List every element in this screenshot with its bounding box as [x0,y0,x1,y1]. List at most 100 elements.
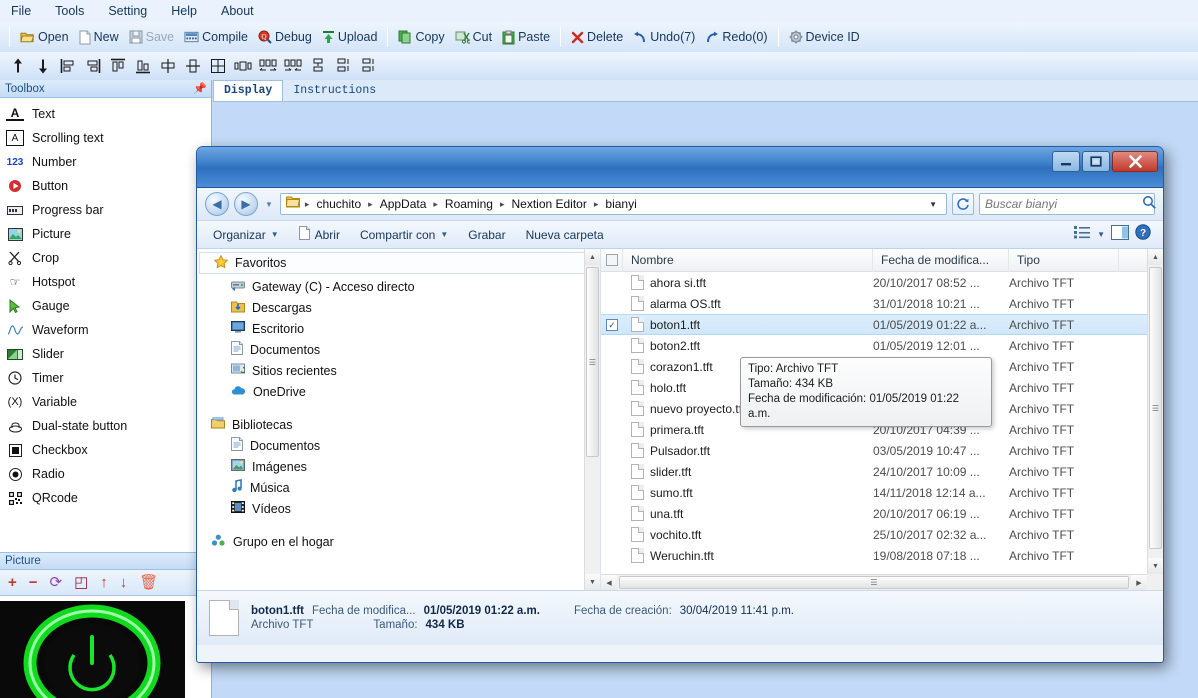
same-width-icon[interactable] [231,55,255,77]
toolbar-delete-button[interactable]: Delete [566,28,628,46]
file-name-cell[interactable]: boton1.tft [623,317,873,332]
table-row[interactable]: Weruchin.tft 19/08/2018 07:18 ... Archiv… [601,545,1163,566]
menu-item-help[interactable]: Help [168,2,200,20]
shrink-vertical-icon[interactable] [356,55,380,77]
toolbox-item-crop[interactable]: Crop [0,246,211,270]
table-row[interactable]: boton2.tft 01/05/2019 12:01 ... Archivo … [601,335,1163,356]
align-left-icon[interactable] [56,55,80,77]
table-row-selected[interactable]: ✓ boton1.tft 01/05/2019 01:22 a... Archi… [601,314,1163,335]
search-input[interactable] [985,197,1142,211]
same-height-icon[interactable] [306,55,330,77]
nav-item-documentos-lib[interactable]: Documentos [197,435,600,456]
menu-item-about[interactable]: About [218,2,257,20]
move-up-icon[interactable]: ↑ [100,575,108,590]
table-row[interactable]: Pulsador.tft 03/05/2019 10:47 ... Archiv… [601,440,1163,461]
scroll-up-icon[interactable]: ▲ [1148,249,1163,265]
toolbox-item-scrolling-text[interactable]: A Scrolling text [0,126,211,150]
table-row[interactable]: sumo.tft 14/11/2018 12:14 a... Archivo T… [601,482,1163,503]
file-list-vertical-scrollbar[interactable]: ▲ ☰ ▼ [1147,249,1163,574]
toolbox-item-checkbox[interactable]: Checkbox [0,438,211,462]
file-name-cell[interactable]: vochito.tft [623,527,873,542]
preview-pane-icon[interactable] [1111,224,1129,245]
table-row[interactable]: alarma OS.tft 31/01/2018 10:21 ... Archi… [601,293,1163,314]
view-dropdown-icon[interactable]: ▼ [1097,230,1105,239]
nav-pane-scrollbar[interactable]: ▲ ☰ ▼ [584,249,600,590]
file-name-cell[interactable]: alarma OS.tft [623,296,873,311]
address-bar[interactable]: ▸ chuchito ▸ AppData ▸ Roaming ▸ Nextion… [279,193,947,215]
organizar-button[interactable]: Organizar ▼ [203,225,289,245]
file-name-cell[interactable]: boton2.tft [623,338,873,353]
toolbox-item-slider[interactable]: Slider [0,342,211,366]
select-all-header[interactable] [601,249,623,272]
toolbox-item-number[interactable]: 123 Number [0,150,211,174]
nav-item-onedrive[interactable]: OneDrive [197,381,600,402]
remove-icon[interactable]: − [29,575,38,590]
menu-item-setting[interactable]: Setting [105,2,150,20]
edit-icon[interactable]: ◰ [74,575,88,590]
nav-item-documentos-fav[interactable]: Documentos [197,339,600,360]
center-vertical-icon[interactable] [181,55,205,77]
refresh-button[interactable] [952,193,974,215]
explorer-title-bar[interactable] [197,147,1163,188]
toolbar-redo-button[interactable]: Redo(0) [700,28,772,46]
pin-icon[interactable]: 📌 [193,82,207,95]
align-up-icon[interactable] [6,55,30,77]
move-down-icon[interactable]: ↓ [120,575,128,590]
toolbox-item-waveform[interactable]: Waveform [0,318,211,342]
breadcrumb-appdata[interactable]: AppData [376,196,431,212]
toolbar-compile-button[interactable]: Compile [179,28,253,46]
select-all-checkbox[interactable] [605,254,618,266]
breadcrumb-roaming[interactable]: Roaming [441,196,497,212]
toolbox-item-radio[interactable]: Radio [0,462,211,486]
delete-trash-icon[interactable]: 🗑 [139,575,158,590]
toolbar-save-button[interactable]: Save [124,28,180,46]
nav-item-descargas[interactable]: Descargas [197,297,600,318]
checked-icon[interactable]: ✓ [606,318,618,331]
table-row[interactable]: slider.tft 24/10/2017 10:09 ... Archivo … [601,461,1163,482]
column-header-fecha[interactable]: Fecha de modifica... [873,249,1009,272]
scroll-down-icon[interactable]: ▼ [1148,558,1163,574]
tab-instructions[interactable]: Instructions [283,81,386,101]
shrink-horizontal-icon[interactable] [281,55,305,77]
close-button[interactable] [1112,151,1158,172]
spread-horizontal-icon[interactable] [256,55,280,77]
nav-item-gateway[interactable]: Gateway (C) - Acceso directo [197,276,600,297]
nav-item-imagenes[interactable]: Imágenes [197,456,600,477]
search-box[interactable] [979,193,1156,215]
align-top-icon[interactable] [106,55,130,77]
file-name-cell[interactable]: sumo.tft [623,485,873,500]
toolbar-cut-button[interactable]: Cut [450,28,497,46]
file-list-horizontal-scrollbar[interactable]: ◀ ☰ ▶ [601,574,1147,590]
abrir-button[interactable]: Abrir [289,223,350,246]
forward-button[interactable]: ▶ [234,192,258,216]
toolbox-item-progress-bar[interactable]: Progress bar [0,198,211,222]
scroll-right-icon[interactable]: ▶ [1131,575,1147,590]
center-horizontal-icon[interactable] [156,55,180,77]
toolbar-upload-button[interactable]: Upload [317,28,383,46]
file-name-cell[interactable]: ahora si.tft [623,275,873,290]
toolbar-new-button[interactable]: New [74,28,124,47]
maximize-button[interactable] [1082,151,1110,172]
column-header-tipo[interactable]: Tipo [1009,249,1119,272]
refresh-icon[interactable]: ⟳ [50,575,63,590]
file-name-cell[interactable]: slider.tft [623,464,873,479]
breadcrumb-bianyi[interactable]: bianyi [601,196,640,212]
minimize-button[interactable] [1052,151,1080,172]
toolbar-undo-button[interactable]: Undo(7) [628,28,700,46]
toolbox-item-qrcode[interactable]: QRcode [0,486,211,510]
table-row[interactable]: una.tft 20/10/2017 06:19 ... Archivo TFT [601,503,1163,524]
align-right-icon[interactable] [81,55,105,77]
back-button[interactable]: ◀ [205,192,229,216]
breadcrumb-chuchito[interactable]: chuchito [312,196,365,212]
row-checkbox[interactable]: ✓ [601,318,623,331]
nav-group-favoritos[interactable]: Favoritos [199,252,598,274]
nav-item-sitios-recientes[interactable]: Sitios recientes [197,360,600,381]
toolbar-device-id-button[interactable]: Device ID [784,28,865,46]
toolbar-open-button[interactable]: Open [15,28,74,46]
grabar-button[interactable]: Grabar [458,225,515,245]
table-row[interactable]: vochito.tft 25/10/2017 02:32 a... Archiv… [601,524,1163,545]
toolbox-item-dual-state-button[interactable]: Dual-state button [0,414,211,438]
view-list-icon[interactable] [1074,225,1091,244]
nav-item-escritorio[interactable]: Escritorio [197,318,600,339]
help-icon[interactable]: ? [1135,224,1151,245]
